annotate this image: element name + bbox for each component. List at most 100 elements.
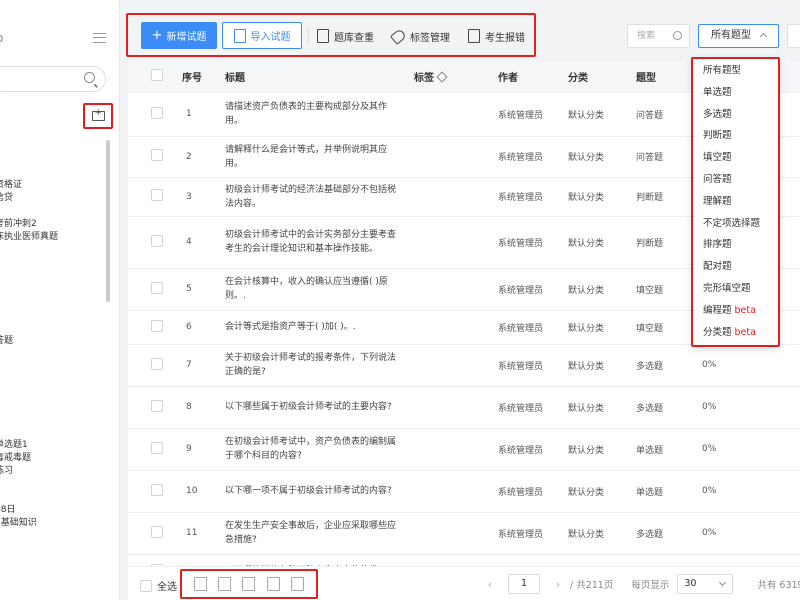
- row-type: 单选题: [634, 469, 702, 512]
- row-checkbox[interactable]: [151, 234, 163, 247]
- row-author: 系统管理员: [498, 309, 566, 344]
- tree-item[interactable]: [0, 309, 106, 322]
- tree-item[interactable]: [0, 361, 106, 374]
- question-type-select[interactable]: 所有题型: [698, 24, 779, 48]
- select-all-checkbox[interactable]: 全选: [140, 578, 177, 593]
- tag-icon: [389, 27, 408, 45]
- dropdown-option[interactable]: 判断题: [693, 125, 778, 147]
- tree-item[interactable]: [0, 426, 106, 439]
- sidebar-scrollbar[interactable]: [106, 140, 110, 302]
- row-checkbox[interactable]: [151, 319, 163, 332]
- tree-item[interactable]: 一考前冲刺2: [0, 218, 106, 231]
- row-index: 11: [170, 511, 218, 554]
- page-input[interactable]: 1: [508, 574, 540, 594]
- row-checkbox[interactable]: [151, 399, 163, 412]
- row-checkbox[interactable]: [151, 149, 163, 161]
- delete-icon[interactable]: [193, 577, 207, 591]
- table-row[interactable]: 12以下哪些措施有助于防止生产事故的发 系统管理员默认分类多选题0%: [128, 553, 800, 566]
- row-title: 在发生生产安全事故后，企业应采取哪些应急措施?: [218, 511, 410, 554]
- add-folder-button[interactable]: [83, 103, 113, 129]
- tree-item[interactable]: [0, 413, 106, 426]
- row-title: 在初级会计师考试中，资产负债表的编制属于哪个科目的内容?: [218, 427, 410, 470]
- row-rate: 0%: [702, 469, 800, 512]
- question-search-input[interactable]: 搜索: [627, 24, 690, 48]
- tag-management-button[interactable]: 标签管理: [389, 27, 450, 45]
- bulk-action-tools: [180, 569, 318, 599]
- tree-item[interactable]: 力: [0, 400, 106, 413]
- select-all-box[interactable]: [140, 579, 152, 592]
- search-icon[interactable]: [84, 72, 95, 83]
- row-checkbox[interactable]: [151, 189, 163, 201]
- per-page-select[interactable]: 30: [677, 574, 734, 594]
- dropdown-option[interactable]: 排序题: [693, 234, 778, 256]
- tree-item[interactable]: 临床执业医师真题: [0, 231, 106, 244]
- tree-item[interactable]: [0, 491, 106, 504]
- row-checkbox[interactable]: [151, 441, 163, 454]
- extra-filter-select[interactable]: [787, 24, 800, 48]
- tree-item[interactable]: 类: [0, 153, 106, 166]
- tree-item[interactable]: [0, 374, 106, 387]
- tree-item[interactable]: 关答题: [0, 335, 106, 348]
- dropdown-option[interactable]: 配对题: [693, 256, 778, 278]
- row-checkbox[interactable]: [151, 106, 163, 119]
- dropdown-option[interactable]: 填空题: [693, 147, 778, 169]
- tree-item[interactable]: 卷: [0, 166, 106, 179]
- dropdown-option[interactable]: 问答题: [693, 169, 778, 191]
- row-checkbox[interactable]: [151, 281, 163, 294]
- tree-item[interactable]: 禁毒戒毒题: [0, 452, 106, 465]
- prev-page-icon[interactable]: ‹: [482, 578, 498, 591]
- tree-item[interactable]: 卷: [0, 270, 106, 283]
- tree-item[interactable]: 阅: [0, 387, 106, 400]
- import-question-label: 导入试题: [250, 32, 291, 43]
- tree-item[interactable]: 关: [0, 322, 106, 335]
- tree-item[interactable]: [0, 478, 106, 491]
- dropdown-option[interactable]: 完形填空题: [693, 278, 778, 300]
- tree-item[interactable]: [0, 296, 106, 309]
- dropdown-option[interactable]: 编程题 beta: [693, 300, 778, 322]
- tree-item[interactable]: 识单选题1: [0, 439, 106, 452]
- move-folder-icon[interactable]: [218, 577, 232, 591]
- category-search-input[interactable]: [0, 66, 106, 92]
- tree-item[interactable]: [0, 244, 106, 257]
- tree-item[interactable]: 音练习: [0, 465, 106, 478]
- copy-icon[interactable]: [242, 577, 256, 591]
- row-checkbox[interactable]: [151, 357, 163, 370]
- next-page-icon[interactable]: ›: [550, 578, 566, 591]
- table-row[interactable]: 7 关于初级会计师考试的报考条件，下列说法正确的是? 系统管理员 默认分类 多选题 0%: [128, 343, 800, 386]
- row-title: 初级会计师考试的经济法基础部分不包括税法内容。: [218, 176, 410, 216]
- export-icon[interactable]: [266, 577, 280, 591]
- dropdown-option[interactable]: 单选题: [693, 82, 778, 104]
- row-checkbox[interactable]: [151, 483, 163, 496]
- row-checkbox[interactable]: [151, 525, 163, 538]
- table-row[interactable]: 8 以下哪些属于初级会计师考试的主要内容? 系统管理员 默认分类 多选题 0%: [128, 385, 800, 428]
- dropdown-option[interactable]: 所有题型: [693, 60, 778, 82]
- tag-filter-icon[interactable]: [436, 71, 448, 83]
- tree-item[interactable]: 师资格证: [0, 179, 106, 192]
- search-icon[interactable]: [673, 31, 682, 40]
- tree-item[interactable]: 5月8日: [0, 504, 106, 517]
- tree-item[interactable]: 查: [0, 205, 106, 218]
- row-author: 系统管理员: [498, 176, 566, 216]
- tree-item[interactable]: 础1基础知识: [0, 517, 106, 530]
- table-row[interactable]: 11 在发生生产安全事故后，企业应采取哪些应急措施? 系统管理员 默认分类 多选题 0%: [128, 511, 800, 554]
- tree-item[interactable]: 类: [0, 530, 106, 543]
- error-report-button[interactable]: 考生报错: [468, 27, 525, 45]
- header-checkbox[interactable]: [151, 68, 163, 81]
- dropdown-option[interactable]: 不定项选择题: [693, 213, 778, 235]
- dedupe-button[interactable]: 题库查重: [317, 27, 374, 45]
- table-row[interactable]: 9 在初级会计师考试中，资产负债表的编制属于哪个科目的内容? 系统管理员 默认分类 单选…: [128, 427, 800, 470]
- tag-bulk-icon[interactable]: [291, 577, 305, 591]
- dropdown-option[interactable]: 分类题 beta: [693, 322, 778, 344]
- dropdown-option[interactable]: 理解题: [693, 191, 778, 213]
- new-question-button[interactable]: + 新增试题: [141, 22, 217, 49]
- tree-item[interactable]: [0, 257, 106, 270]
- tree-item[interactable]: 士: [0, 283, 106, 296]
- tree-item[interactable]: [0, 348, 106, 361]
- row-tag: [410, 176, 498, 216]
- tree-item[interactable]: 题: [0, 140, 106, 153]
- tree-item[interactable]: 行信贷: [0, 192, 106, 205]
- table-row[interactable]: 10 以下哪一项不属于初级会计师考试的内容? 系统管理员 默认分类 单选题 0%: [128, 469, 800, 512]
- dropdown-option[interactable]: 多选题: [693, 104, 778, 126]
- menu-icon[interactable]: [93, 33, 106, 43]
- import-question-button[interactable]: 导入试题: [222, 22, 302, 49]
